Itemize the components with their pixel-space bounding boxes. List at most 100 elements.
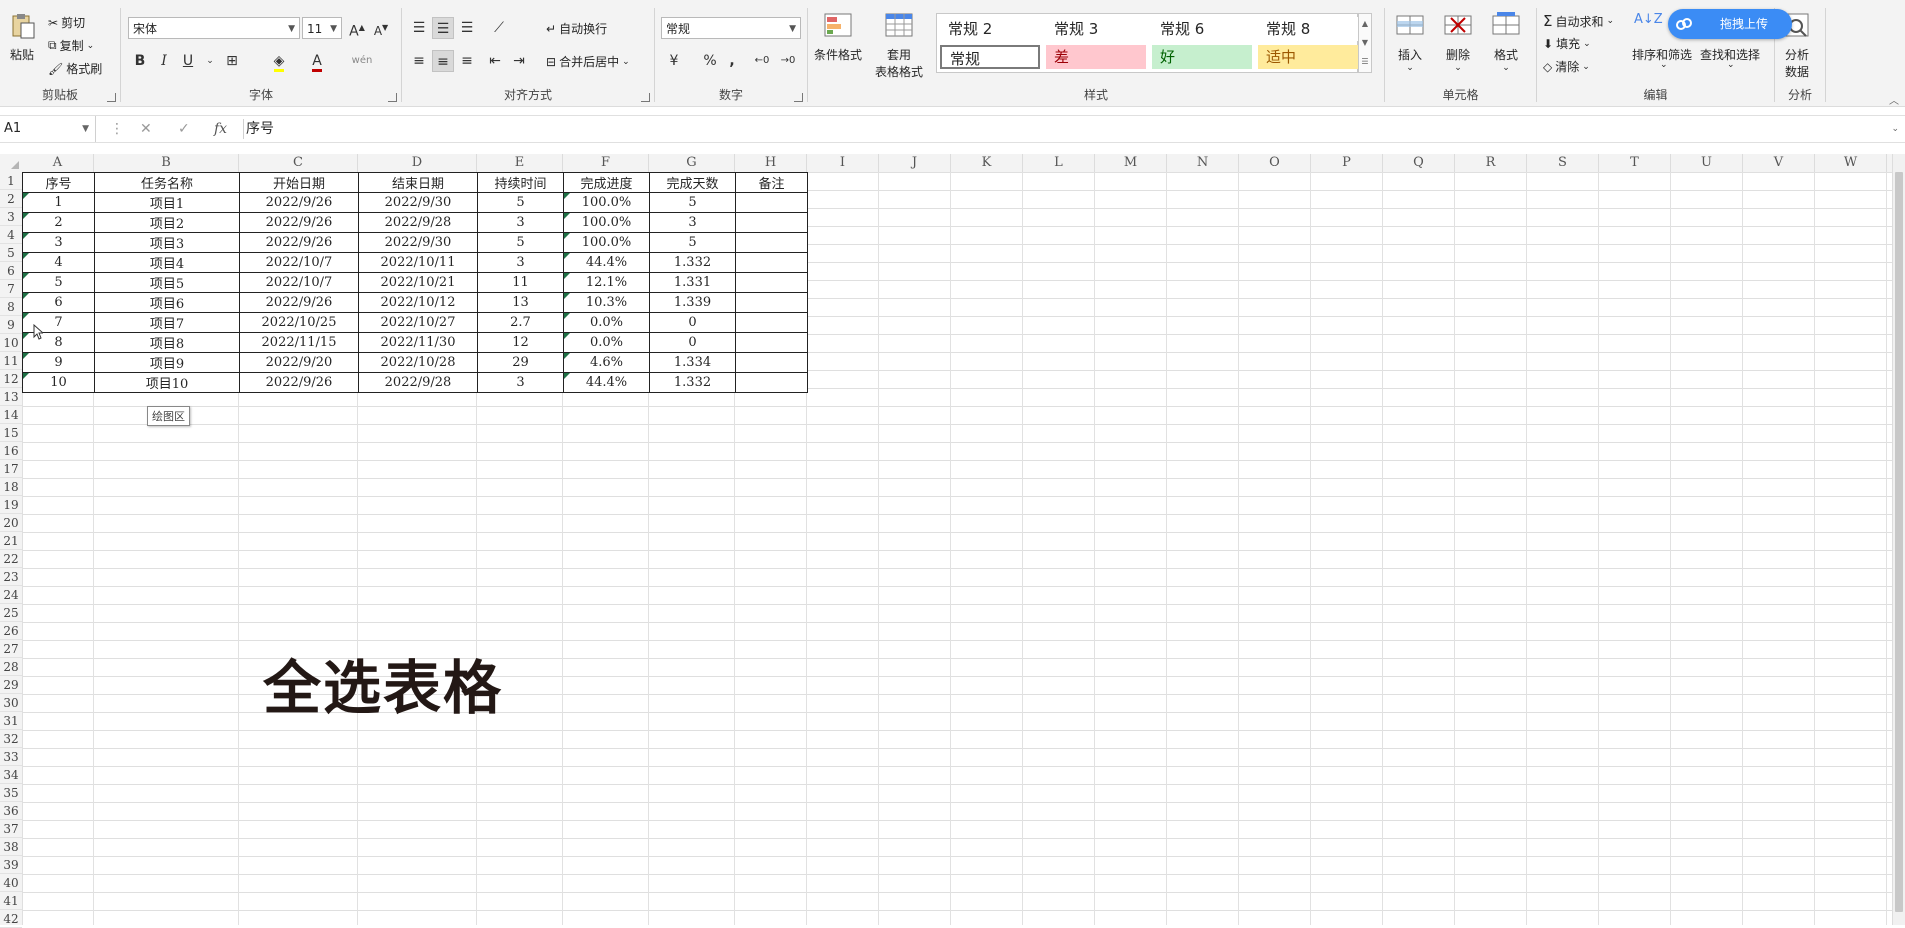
row-header[interactable]: 19: [0, 496, 22, 514]
table-cell[interactable]: [735, 272, 808, 293]
table-cell[interactable]: 4.6%: [563, 352, 650, 373]
row-header[interactable]: 12: [0, 370, 22, 388]
table-cell[interactable]: 2022/10/25: [239, 312, 359, 333]
table-cell[interactable]: 1.332: [649, 372, 736, 393]
table-cell[interactable]: 2022/10/11: [358, 252, 478, 273]
table-cell[interactable]: 2022/10/21: [358, 272, 478, 293]
number-format-select[interactable]: 常规 ▼: [661, 17, 801, 39]
row-header[interactable]: 22: [0, 550, 22, 568]
clear-button[interactable]: ◇ 清除 ⌄: [1543, 58, 1590, 75]
row-header[interactable]: 1: [0, 172, 22, 190]
cell-area[interactable]: 序号 任务名称 开始日期 结束日期 持续时间 完成进度 完成天数 备注 1 项目1 2022/9/2…: [22, 172, 1905, 925]
table-cell[interactable]: 100.0%: [563, 232, 650, 253]
format-button[interactable]: 格式 ⌄: [1481, 12, 1531, 73]
select-all-button[interactable]: [0, 154, 22, 172]
row-header[interactable]: 28: [0, 658, 22, 676]
table-cell[interactable]: 2022/9/26: [239, 232, 359, 253]
table-cell[interactable]: 2022/9/26: [239, 212, 359, 233]
table-cell[interactable]: 2022/9/28: [358, 372, 478, 393]
column-title-cell[interactable]: 结束日期: [358, 172, 478, 193]
table-cell[interactable]: 项目5: [94, 272, 240, 293]
orientation-icon[interactable]: ⟋: [488, 17, 510, 39]
table-cell[interactable]: 2022/10/28: [358, 352, 478, 373]
row-header[interactable]: 9: [0, 316, 22, 334]
table-cell[interactable]: 10: [22, 372, 95, 393]
table-cell[interactable]: 10.3%: [563, 292, 650, 313]
align-right-icon[interactable]: ≡: [456, 50, 478, 72]
table-cell[interactable]: 0: [649, 312, 736, 333]
table-cell[interactable]: 1.339: [649, 292, 736, 313]
cell-style-option[interactable]: 好: [1152, 45, 1252, 69]
table-cell[interactable]: 0.0%: [563, 312, 650, 333]
cell-style-option[interactable]: 常规 8: [1258, 17, 1358, 41]
border-button[interactable]: ⊞: [221, 50, 243, 72]
table-cell[interactable]: 12: [477, 332, 564, 353]
row-header[interactable]: 41: [0, 892, 22, 910]
row-header[interactable]: 40: [0, 874, 22, 892]
chevron-down-icon[interactable]: ⌄: [1727, 60, 1735, 70]
row-header[interactable]: 34: [0, 766, 22, 784]
conditional-format-button[interactable]: 条件格式: [810, 12, 866, 63]
table-cell[interactable]: 5: [22, 272, 95, 293]
table-cell[interactable]: 3: [22, 232, 95, 253]
align-bottom-icon[interactable]: ☰: [456, 17, 478, 39]
table-cell[interactable]: 12.1%: [563, 272, 650, 293]
table-cell[interactable]: 2022/9/28: [358, 212, 478, 233]
confirm-icon[interactable]: ✓: [178, 116, 190, 142]
table-cell[interactable]: [735, 292, 808, 313]
column-header-k[interactable]: K: [951, 154, 1023, 172]
table-cell[interactable]: 2022/9/26: [239, 192, 359, 213]
table-cell[interactable]: 项目4: [94, 252, 240, 273]
row-header[interactable]: 31: [0, 712, 22, 730]
align-left-icon[interactable]: ≡: [408, 50, 430, 72]
table-cell[interactable]: 项目10: [94, 372, 240, 393]
font-launcher[interactable]: [388, 93, 397, 102]
table-cell[interactable]: 1: [22, 192, 95, 213]
row-header[interactable]: 16: [0, 442, 22, 460]
decrease-decimal-icon[interactable]: →0: [777, 50, 799, 72]
row-header[interactable]: 20: [0, 514, 22, 532]
table-cell[interactable]: 100.0%: [563, 212, 650, 233]
table-cell[interactable]: 2022/11/15: [239, 332, 359, 353]
column-header-h[interactable]: H: [735, 154, 807, 172]
row-header[interactable]: 6: [0, 262, 22, 280]
copy-button[interactable]: ⧉ 复制 ⌄: [48, 37, 94, 54]
column-title-cell[interactable]: 开始日期: [239, 172, 359, 193]
column-header-f[interactable]: F: [563, 154, 649, 172]
comma-button[interactable]: ,: [721, 50, 743, 72]
row-header[interactable]: 30: [0, 694, 22, 712]
table-cell[interactable]: 2022/10/12: [358, 292, 478, 313]
table-cell[interactable]: [735, 252, 808, 273]
table-cell[interactable]: 0.0%: [563, 332, 650, 353]
column-header-n[interactable]: N: [1167, 154, 1239, 172]
bold-button[interactable]: B: [129, 50, 151, 72]
table-cell[interactable]: 44.4%: [563, 252, 650, 273]
number-launcher[interactable]: [794, 93, 803, 102]
column-header-m[interactable]: M: [1095, 154, 1167, 172]
column-header-d[interactable]: D: [358, 154, 477, 172]
row-header[interactable]: 39: [0, 856, 22, 874]
phonetic-icon[interactable]: wén: [351, 50, 373, 72]
table-cell[interactable]: [735, 192, 808, 213]
table-cell[interactable]: 2: [22, 212, 95, 233]
row-header[interactable]: 42: [0, 910, 22, 928]
table-cell[interactable]: [735, 212, 808, 233]
table-cell[interactable]: 项目7: [94, 312, 240, 333]
row-header[interactable]: 25: [0, 604, 22, 622]
percent-button[interactable]: %: [699, 50, 721, 72]
increase-font-button[interactable]: A▲: [346, 17, 368, 40]
name-box[interactable]: A1 ▼: [0, 116, 96, 142]
table-cell[interactable]: 2022/9/30: [358, 232, 478, 253]
row-header[interactable]: 13: [0, 388, 22, 406]
formula-input[interactable]: 序号: [246, 116, 274, 142]
column-header-v[interactable]: V: [1743, 154, 1815, 172]
table-cell[interactable]: 1.334: [649, 352, 736, 373]
table-cell[interactable]: 2.7: [477, 312, 564, 333]
row-header[interactable]: 4: [0, 226, 22, 244]
table-cell[interactable]: 0: [649, 332, 736, 353]
row-header[interactable]: 7: [0, 280, 22, 298]
column-header-s[interactable]: S: [1527, 154, 1599, 172]
table-cell[interactable]: 3: [649, 212, 736, 233]
cell-style-option[interactable]: 适中: [1258, 45, 1358, 69]
chevron-down-icon[interactable]: ⌄: [199, 50, 221, 72]
